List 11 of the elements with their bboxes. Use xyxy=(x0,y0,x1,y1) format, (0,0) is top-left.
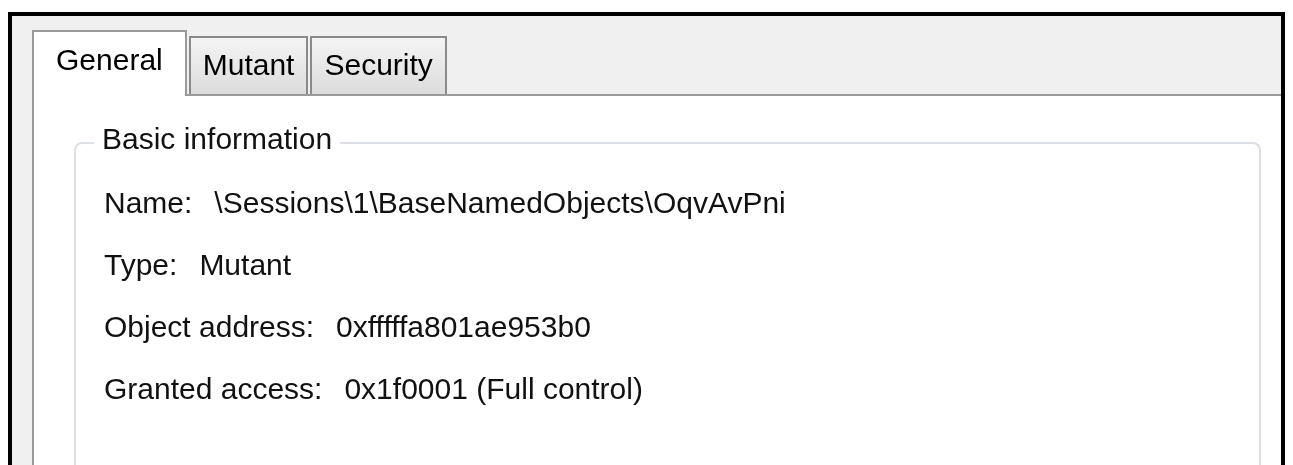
field-label: Name: xyxy=(104,186,193,220)
field-value: \Sessions\1\BaseNamedObjects\OqvAvPni xyxy=(214,186,786,220)
field-value: Mutant xyxy=(199,248,292,282)
field-label: Granted access: xyxy=(104,372,323,406)
tab[interactable]: Security xyxy=(310,36,447,94)
tab[interactable]: Mutant xyxy=(188,36,309,94)
field-value: 0xfffffa801ae953b0 xyxy=(336,310,591,344)
field-label: Object address: xyxy=(104,310,315,344)
tab[interactable]: General xyxy=(32,30,187,96)
field-label: Type: xyxy=(104,248,178,282)
field-value: 0x1f0001 (Full control) xyxy=(344,372,643,406)
